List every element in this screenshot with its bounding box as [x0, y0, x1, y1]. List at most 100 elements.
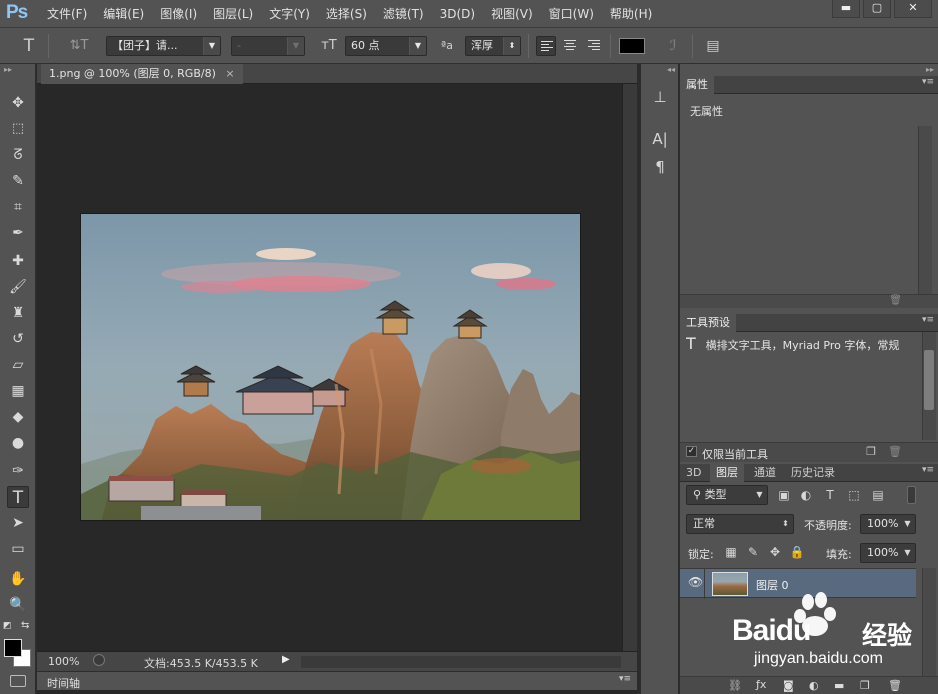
- menu-edit[interactable]: 编辑(E): [98, 0, 149, 28]
- trash-icon[interactable]: 🗑: [888, 679, 902, 692]
- tab-tool-presets[interactable]: 工具预设: [680, 314, 736, 332]
- gradient-tool-icon[interactable]: ▦: [7, 380, 29, 402]
- panel-menu-icon[interactable]: ▾≡: [922, 315, 934, 325]
- rectangle-tool-icon[interactable]: ▭: [7, 538, 29, 560]
- type-tool-preset-icon[interactable]: T: [18, 36, 40, 56]
- character-icon[interactable]: A|: [649, 128, 671, 150]
- menu-3d[interactable]: 3D(D): [435, 0, 480, 28]
- tab-3d[interactable]: 3D: [680, 464, 707, 482]
- panel-menu-icon[interactable]: ▾≡: [922, 77, 934, 87]
- adjustment-layer-icon[interactable]: ◐: [809, 679, 819, 692]
- type-tool-icon[interactable]: T: [7, 486, 29, 508]
- canvas-image[interactable]: [80, 213, 581, 521]
- timeline-label[interactable]: 时间轴: [47, 675, 80, 691]
- adjustment-filter-icon[interactable]: ◐: [798, 487, 814, 503]
- shape-filter-icon[interactable]: ⬚: [846, 487, 862, 503]
- marquee-tool-icon[interactable]: ⬚: [7, 118, 29, 140]
- crop-tool-icon[interactable]: ⌗: [7, 196, 29, 218]
- blend-mode-dropdown[interactable]: 正常 ⬍: [686, 514, 794, 534]
- align-right-button[interactable]: [584, 36, 604, 56]
- clone-stamp-tool-icon[interactable]: ♜: [7, 302, 29, 324]
- tool-preset-item[interactable]: T 横排文字工具，Myriad Pro 字体，常规: [686, 334, 922, 354]
- hand-tool-icon[interactable]: ✋: [7, 568, 29, 590]
- menu-file[interactable]: 文件(F): [42, 0, 92, 28]
- paragraph-icon[interactable]: ¶: [649, 156, 671, 178]
- lock-transparent-icon[interactable]: ▦: [723, 544, 739, 560]
- text-color-swatch[interactable]: [619, 38, 645, 54]
- collapse-icon[interactable]: ▸▸: [4, 65, 12, 74]
- history-brush-tool-icon[interactable]: ↺: [7, 328, 29, 350]
- menu-filter[interactable]: 滤镜(T): [378, 0, 429, 28]
- toggle-orientation-icon[interactable]: ⇅T: [68, 36, 90, 56]
- font-family-dropdown[interactable]: 【团子】请... ▼: [106, 36, 221, 56]
- lasso-tool-icon[interactable]: ᘔ: [7, 144, 29, 166]
- new-group-icon[interactable]: ▬: [834, 679, 844, 692]
- eye-icon[interactable]: 👁: [688, 575, 703, 589]
- horizontal-scrollbar[interactable]: [301, 656, 621, 668]
- trash-icon[interactable]: 🗑: [888, 445, 902, 458]
- layers-scrollbar[interactable]: [922, 568, 936, 676]
- character-panel-icon[interactable]: ▤: [703, 36, 723, 56]
- new-layer-icon[interactable]: ❐: [860, 679, 870, 692]
- menu-image[interactable]: 图像(I): [155, 0, 202, 28]
- tab-history[interactable]: 历史记录: [785, 464, 841, 482]
- menu-select[interactable]: 选择(S): [321, 0, 372, 28]
- align-center-button[interactable]: [560, 36, 580, 56]
- layer-name[interactable]: 图层 0: [756, 577, 789, 593]
- pen-tool-icon[interactable]: ✑: [7, 460, 29, 482]
- menu-layer[interactable]: 图层(L): [208, 0, 258, 28]
- panel-menu-icon[interactable]: ▾≡: [922, 465, 934, 475]
- link-layers-icon[interactable]: ⛓: [728, 679, 742, 692]
- brush-tool-icon[interactable]: 🖌: [7, 276, 29, 298]
- maximize-button[interactable]: ▢: [863, 0, 891, 18]
- document-tab[interactable]: 1.png @ 100% (图层 0, RGB/8) ×: [41, 64, 243, 84]
- opacity-field[interactable]: 100% ▼: [860, 514, 916, 534]
- align-left-button[interactable]: [536, 36, 556, 56]
- expand-icon[interactable]: ◂◂: [667, 65, 675, 74]
- lock-position-icon[interactable]: ✥: [767, 544, 783, 560]
- add-mask-icon[interactable]: ◙: [783, 679, 794, 692]
- menu-view[interactable]: 视图(V): [486, 0, 538, 28]
- type-filter-icon[interactable]: T: [822, 487, 838, 503]
- scroll-thumb[interactable]: [924, 350, 934, 410]
- filter-toggle[interactable]: [907, 486, 916, 504]
- font-style-dropdown[interactable]: - ▼: [231, 36, 305, 56]
- tab-channels[interactable]: 通道: [748, 464, 782, 482]
- path-select-tool-icon[interactable]: ➤: [7, 512, 29, 534]
- blur-tool-icon[interactable]: ◆: [7, 406, 29, 428]
- fx-icon[interactable]: ƒx: [756, 678, 766, 691]
- close-tab-icon[interactable]: ×: [225, 67, 234, 80]
- panel-menu-icon[interactable]: ▾≡: [619, 674, 631, 684]
- status-menu-arrow-icon[interactable]: ▶: [282, 654, 290, 665]
- default-colors-icon[interactable]: ◩: [3, 621, 12, 631]
- foreground-color-swatch[interactable]: [4, 639, 22, 657]
- eraser-tool-icon[interactable]: ▱: [7, 354, 29, 376]
- status-info-icon[interactable]: [93, 654, 105, 666]
- tab-properties[interactable]: 属性: [680, 76, 714, 94]
- zoom-level[interactable]: 100%: [48, 655, 79, 668]
- font-size-dropdown[interactable]: 60 点 ▼: [345, 36, 427, 56]
- smart-object-filter-icon[interactable]: ▤: [870, 487, 886, 503]
- layer-row[interactable]: 👁 图层 0: [680, 568, 916, 599]
- properties-scrollbar[interactable]: [918, 126, 932, 294]
- vertical-scrollbar[interactable]: [622, 84, 637, 651]
- healing-brush-tool-icon[interactable]: ✚: [7, 250, 29, 272]
- minimize-button[interactable]: ▬: [832, 0, 860, 18]
- eyedropper-tool-icon[interactable]: ✒: [7, 222, 29, 244]
- clone-source-icon[interactable]: ⊥: [649, 86, 671, 108]
- new-preset-icon[interactable]: ❐: [866, 445, 876, 458]
- quick-mask-icon[interactable]: [10, 675, 26, 687]
- warp-text-icon[interactable]: ℐ: [662, 36, 684, 56]
- tool-presets-scrollbar[interactable]: [922, 332, 936, 440]
- swap-colors-icon[interactable]: ⇆: [21, 620, 29, 631]
- collapse-icon[interactable]: ▸▸: [926, 65, 934, 74]
- menu-window[interactable]: 窗口(W): [544, 0, 599, 28]
- lock-all-icon[interactable]: 🔒: [789, 544, 805, 560]
- quick-select-tool-icon[interactable]: ✎: [7, 170, 29, 192]
- close-button[interactable]: ✕: [894, 0, 932, 18]
- menu-type[interactable]: 文字(Y): [264, 0, 315, 28]
- lock-pixels-icon[interactable]: ✎: [745, 544, 761, 560]
- fill-field[interactable]: 100% ▼: [860, 543, 916, 563]
- tab-layers[interactable]: 图层: [710, 464, 744, 482]
- only-current-checkbox[interactable]: ✓: [686, 446, 697, 457]
